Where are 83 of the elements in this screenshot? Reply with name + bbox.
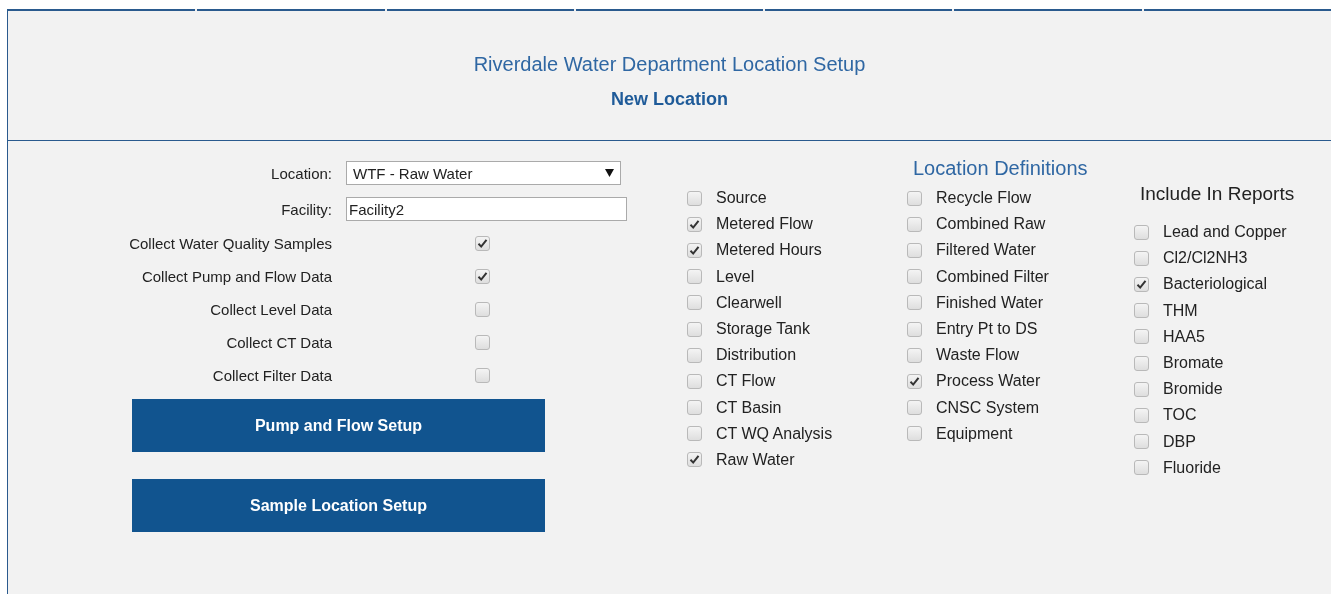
facility-field[interactable]: Facility2 — [346, 197, 627, 221]
checkbox-label: TOC — [1163, 406, 1197, 425]
checkbox[interactable] — [475, 269, 490, 284]
setup-button[interactable]: Pump and Flow Setup — [132, 399, 545, 452]
checkbox-label: Combined Filter — [936, 267, 1049, 286]
checkbox[interactable] — [1134, 434, 1149, 450]
checkbox-label: Equipment — [936, 424, 1013, 443]
checkbox-label: Bromide — [1163, 380, 1223, 399]
checkbox-label: Source — [716, 189, 767, 208]
checkbox-label: Distribution — [716, 346, 797, 365]
checkbox[interactable] — [687, 373, 702, 389]
section-title: Location Definitions — [913, 157, 1089, 181]
option-label: Collect Pump and Flow Data — [140, 268, 332, 285]
checkbox-label: Raw Water — [716, 450, 795, 469]
field-label: Facility: — [280, 200, 332, 218]
checkbox-label: Recycle Flow — [936, 189, 1032, 208]
checkbox-label: Combined Raw — [936, 215, 1046, 234]
checkbox-label: CNSC System — [936, 398, 1040, 417]
checkbox-label: Clearwell — [716, 293, 782, 312]
checkbox[interactable] — [907, 190, 922, 206]
checkbox-label: Cl2/Cl2NH3 — [1163, 249, 1248, 268]
checkbox-label: Metered Flow — [716, 215, 813, 234]
checkbox[interactable] — [687, 347, 702, 363]
checkbox[interactable] — [687, 452, 702, 468]
checkbox[interactable] — [907, 400, 922, 416]
checkbox[interactable] — [907, 426, 922, 442]
page-title: Riverdale Water Department Location Setup — [473, 53, 866, 76]
checkbox[interactable] — [907, 216, 922, 232]
checkbox[interactable] — [687, 216, 702, 232]
checkbox-label: Finished Water — [936, 293, 1043, 312]
checkbox-label: Storage Tank — [716, 320, 810, 339]
checkbox[interactable] — [1134, 329, 1149, 345]
checkbox[interactable] — [907, 295, 922, 311]
checkbox[interactable] — [907, 269, 922, 285]
checkbox-label: Lead and Copper — [1163, 223, 1287, 242]
checkbox-label: Filtered Water — [936, 241, 1036, 260]
page-subtitle: New Location — [611, 89, 728, 110]
checkbox-label: Entry Pt to DS — [936, 320, 1038, 339]
checkbox[interactable] — [687, 321, 702, 337]
checkbox[interactable] — [687, 295, 702, 311]
checkbox[interactable] — [907, 242, 922, 258]
checkbox[interactable] — [687, 426, 702, 442]
dropdown-arrow-icon — [605, 169, 614, 177]
checkbox[interactable] — [1134, 303, 1149, 319]
checkbox-label: Bacteriological — [1163, 275, 1268, 294]
checkbox-label: CT Basin — [716, 398, 782, 417]
checkbox[interactable] — [1134, 276, 1149, 292]
section-title: Include In Reports — [1140, 183, 1295, 206]
checkbox[interactable] — [475, 368, 490, 383]
checkbox-label: DBP — [1163, 432, 1196, 451]
checkbox-label: Level — [716, 267, 755, 286]
option-label: Collect Level Data — [209, 301, 332, 318]
checkbox-label: CT Flow — [716, 372, 776, 391]
option-label: Collect Filter Data — [211, 367, 332, 384]
location-dropdown[interactable]: WTF - Raw Water — [346, 161, 621, 185]
checkbox[interactable] — [475, 335, 490, 350]
checkbox[interactable] — [687, 242, 702, 258]
checkbox[interactable] — [475, 236, 490, 251]
checkbox[interactable] — [1134, 381, 1149, 397]
checkbox[interactable] — [475, 302, 490, 317]
checkbox[interactable] — [1134, 407, 1149, 423]
field-label: Location: — [270, 164, 332, 182]
checkbox[interactable] — [1134, 460, 1149, 476]
checkbox[interactable] — [687, 269, 702, 285]
checkbox[interactable] — [1134, 355, 1149, 371]
setup-button[interactable]: Sample Location Setup — [132, 479, 545, 532]
option-label: Collect CT Data — [225, 334, 332, 351]
checkbox[interactable] — [907, 373, 922, 389]
checkbox[interactable] — [687, 190, 702, 206]
checkbox[interactable] — [687, 400, 702, 416]
checkbox-label: Waste Flow — [936, 346, 1019, 365]
checkbox[interactable] — [907, 321, 922, 337]
option-label: Collect Water Quality Samples — [128, 235, 332, 252]
checkbox[interactable] — [1134, 224, 1149, 240]
checkbox[interactable] — [1134, 250, 1149, 266]
checkbox-label: Metered Hours — [716, 241, 822, 260]
checkbox-label: THM — [1163, 301, 1198, 320]
checkbox-label: HAA5 — [1163, 327, 1205, 346]
checkbox-label: Fluoride — [1163, 458, 1221, 477]
checkbox-label: CT WQ Analysis — [716, 424, 833, 443]
checkbox[interactable] — [907, 347, 922, 363]
checkbox-label: Process Water — [936, 372, 1041, 391]
checkbox-label: Bromate — [1163, 354, 1224, 373]
